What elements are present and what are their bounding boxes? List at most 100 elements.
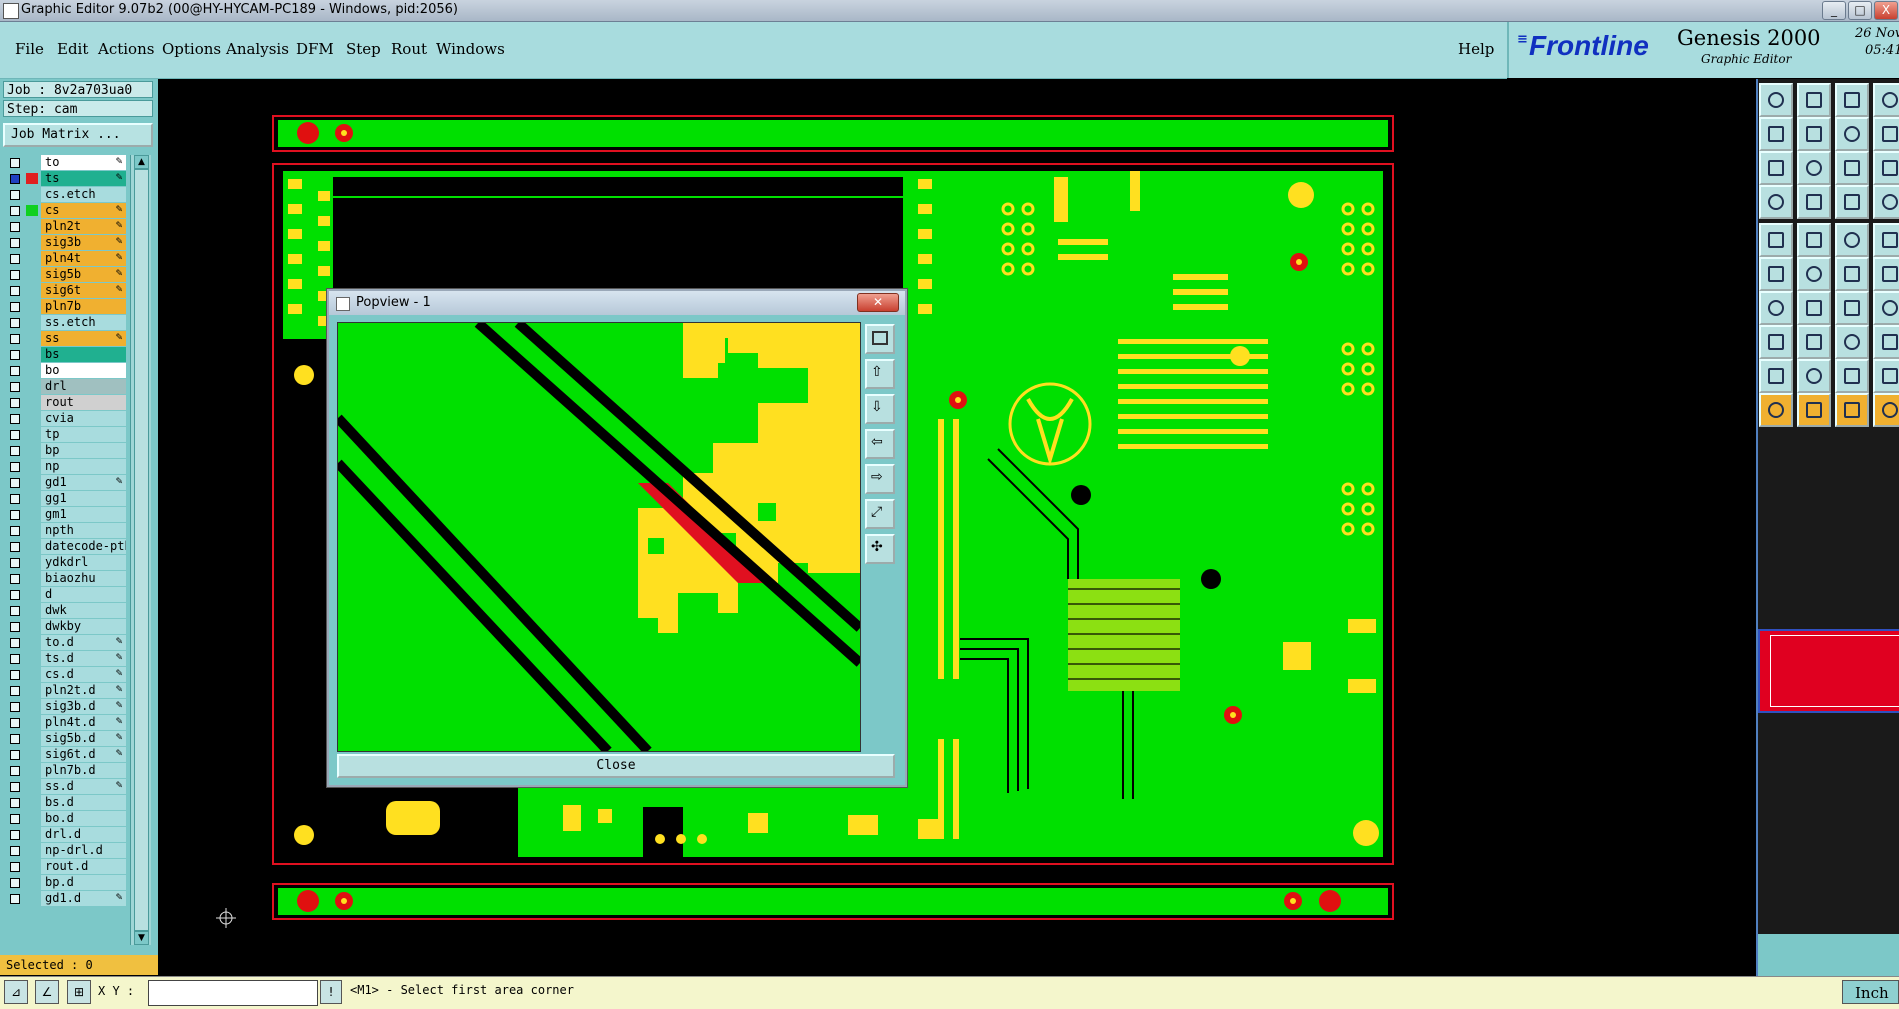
layer-checkbox[interactable] [10, 606, 20, 616]
layer-checkbox[interactable] [10, 206, 20, 216]
layer-checkbox[interactable] [10, 174, 20, 184]
tool-tri-a-button[interactable] [1797, 359, 1831, 393]
layer-name[interactable]: pln2t [41, 219, 126, 234]
tool-layer-button[interactable] [1835, 185, 1869, 219]
layer-name[interactable]: to [41, 155, 126, 170]
grid-mode-icon[interactable]: ⊞ [67, 980, 91, 1004]
layer-checkbox[interactable] [10, 846, 20, 856]
layer-name[interactable]: rout [41, 395, 126, 410]
layer-name[interactable]: gd1.d [41, 891, 126, 906]
layer-row[interactable]: d [4, 587, 126, 602]
tool-pad-button[interactable] [1759, 223, 1793, 257]
layer-name[interactable]: d [41, 587, 126, 602]
tool-draw-line-button[interactable] [1759, 291, 1793, 325]
layer-checkbox[interactable] [10, 462, 20, 472]
layer-row[interactable]: bs [4, 347, 126, 362]
layer-name[interactable]: gg1 [41, 491, 126, 506]
units-button[interactable]: Inch [1842, 980, 1899, 1004]
layer-name[interactable]: bs [41, 347, 126, 362]
layer-row[interactable]: dwkby [4, 619, 126, 634]
layer-checkbox[interactable] [10, 414, 20, 424]
layer-checkbox[interactable] [10, 542, 20, 552]
tool-pointer-button[interactable] [1759, 393, 1793, 427]
snap-mode-icon[interactable]: ⊿ [4, 980, 28, 1004]
tool-arc-button[interactable] [1835, 291, 1869, 325]
layer-checkbox[interactable] [10, 366, 20, 376]
tool-tri-b-button[interactable] [1835, 359, 1869, 393]
tool-save-button[interactable] [1797, 83, 1831, 117]
layer-checkbox[interactable] [10, 750, 20, 760]
layer-row[interactable]: rout.d [4, 859, 126, 874]
layer-name[interactable]: cs.d [41, 667, 126, 682]
layer-checkbox[interactable] [10, 430, 20, 440]
layer-name[interactable]: tp [41, 427, 126, 442]
layer-row[interactable]: ts ✎ [4, 171, 126, 186]
layer-name[interactable]: cvia [41, 411, 126, 426]
layer-checkbox[interactable] [10, 382, 20, 392]
popview-pan-left-button[interactable]: ⇦ [865, 429, 895, 459]
layer-checkbox[interactable] [10, 286, 20, 296]
scroll-up-icon[interactable]: ▲ [134, 155, 149, 169]
tool-snap-button[interactable] [1759, 185, 1793, 219]
layer-row[interactable]: drl.d [4, 827, 126, 842]
layer-row[interactable]: bo.d [4, 811, 126, 826]
layer-row[interactable]: np [4, 459, 126, 474]
popview-titlebar[interactable]: Popview - 1 ✕ [329, 291, 905, 315]
layer-name[interactable]: cs.etch [41, 187, 126, 202]
layer-checkbox[interactable] [10, 510, 20, 520]
layer-name[interactable]: ydkdrl [41, 555, 126, 570]
layer-row[interactable]: gd1 ✎ [4, 475, 126, 490]
tool-help-button[interactable] [1873, 151, 1899, 185]
layer-checkbox[interactable] [10, 814, 20, 824]
layer-checkbox[interactable] [10, 222, 20, 232]
layer-checkbox[interactable] [10, 350, 20, 360]
layer-checkbox[interactable] [10, 718, 20, 728]
tool-ratio-button[interactable] [1873, 117, 1899, 151]
layer-name[interactable]: sig6t.d [41, 747, 126, 762]
layer-checkbox[interactable] [10, 190, 20, 200]
popview-pan-up-button[interactable]: ⇧ [865, 359, 895, 389]
layer-row[interactable]: pln7b.d [4, 763, 126, 778]
layer-row[interactable]: pln4t.d ✎ [4, 715, 126, 730]
close-window-button[interactable]: X [1874, 1, 1898, 20]
layer-name[interactable]: ts.d [41, 651, 126, 666]
tool-select-button[interactable] [1797, 393, 1831, 427]
layer-checkbox[interactable] [10, 782, 20, 792]
layer-name[interactable]: cs [41, 203, 126, 218]
tool-text-button[interactable] [1835, 223, 1869, 257]
layer-checkbox[interactable] [10, 622, 20, 632]
layer-row[interactable]: ss.etch [4, 315, 126, 330]
layer-checkbox[interactable] [10, 798, 20, 808]
tool-connect-button[interactable] [1835, 257, 1869, 291]
menu-analysis[interactable]: Analysis [226, 40, 289, 58]
scroll-thumb[interactable] [134, 169, 149, 931]
tool-grid-button[interactable] [1835, 325, 1869, 359]
menu-dfm[interactable]: DFM [296, 40, 334, 58]
layer-row[interactable]: pln2t.d ✎ [4, 683, 126, 698]
layer-name[interactable]: bp.d [41, 875, 126, 890]
layer-name[interactable]: to.d [41, 635, 126, 650]
popview-canvas[interactable] [337, 322, 861, 752]
layer-name[interactable]: bp [41, 443, 126, 458]
layer-name[interactable]: biaozhu [41, 571, 126, 586]
layer-name[interactable]: pln7b.d [41, 763, 126, 778]
layer-checkbox[interactable] [10, 270, 20, 280]
tool-zoom-button[interactable] [1759, 117, 1793, 151]
layer-row[interactable]: sig5b ✎ [4, 267, 126, 282]
tool-open-button[interactable] [1759, 83, 1793, 117]
layer-name[interactable]: dwkby [41, 619, 126, 634]
popview-zoom-in-button[interactable]: ⤢ [865, 499, 895, 529]
tool-pan-button[interactable] [1797, 117, 1831, 151]
layer-scrollbar[interactable]: ▲ ▼ [130, 155, 151, 945]
layer-name[interactable]: sig5b [41, 267, 126, 282]
layer-checkbox[interactable] [10, 766, 20, 776]
layer-row[interactable]: rout [4, 395, 126, 410]
layer-name[interactable]: gm1 [41, 507, 126, 522]
tool-cross-button[interactable] [1797, 257, 1831, 291]
layer-name[interactable]: np-drl.d [41, 843, 126, 858]
tool-swap-button[interactable] [1835, 117, 1869, 151]
layer-name[interactable]: sig5b.d [41, 731, 126, 746]
tool-measure-button[interactable] [1835, 151, 1869, 185]
layer-checkbox[interactable] [10, 446, 20, 456]
layer-checkbox[interactable] [10, 894, 20, 904]
